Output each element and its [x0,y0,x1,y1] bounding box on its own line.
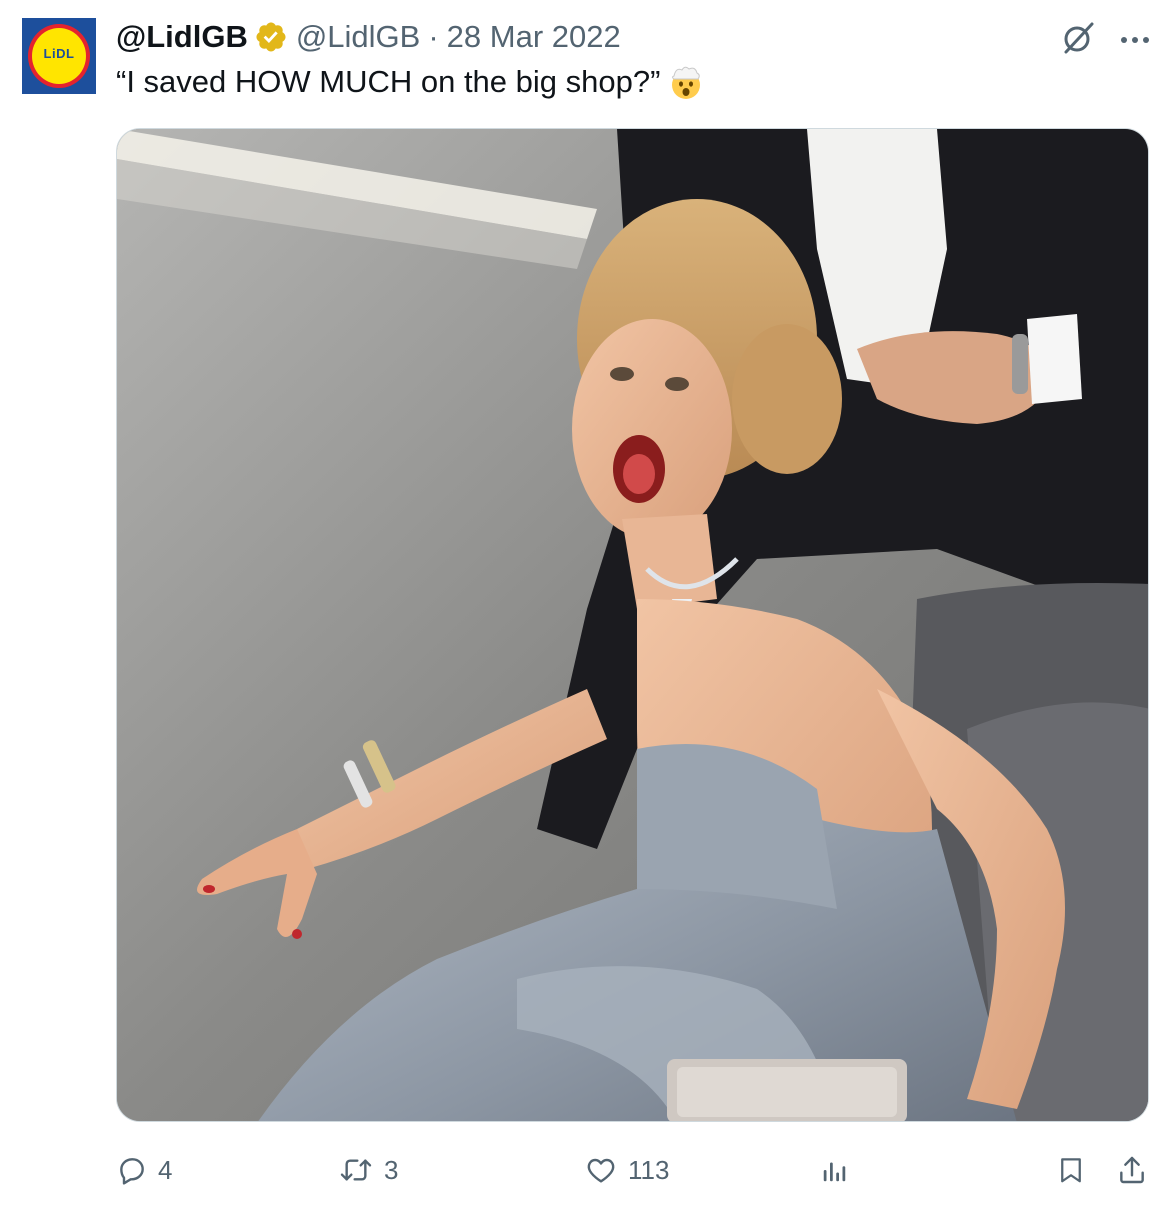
tweet-header: @LidlGB @LidlGB · 28 Mar 2022 [116,17,621,57]
exploding-head-emoji [668,64,704,100]
like-count: 113 [628,1154,670,1185]
tweet-photo[interactable] [116,128,1149,1122]
repost-button[interactable]: 3 [338,1148,398,1192]
top-actions [1058,18,1150,63]
reply-icon [116,1154,148,1186]
more-icon[interactable] [1120,32,1150,50]
reply-count: 4 [158,1154,173,1185]
tweet-text: “I saved HOW MUCH on the big shop?” [116,62,704,102]
bookmark-icon [1056,1153,1086,1187]
views-icon [820,1154,850,1186]
avatar[interactable]: LiDL [22,18,96,94]
display-name[interactable]: @LidlGB [116,19,248,55]
repost-count: 3 [384,1154,399,1185]
repost-icon [338,1154,374,1186]
separator-dot: · [428,19,439,54]
heart-icon [584,1154,618,1186]
avatar-logo-text: LiDL [43,46,75,61]
reply-button[interactable]: 4 [116,1148,172,1192]
share-icon [1116,1153,1148,1187]
tweet-date[interactable]: 28 Mar 2022 [447,19,621,55]
like-button[interactable]: 113 [584,1148,669,1192]
verified-badge-icon[interactable] [254,20,288,54]
tweet-text-content: “I saved HOW MUCH on the big shop?” [116,64,661,99]
views-button[interactable] [820,1148,850,1192]
action-bar: 4 3 113 [116,1148,1150,1192]
bookmark-button[interactable] [1056,1148,1086,1192]
handle[interactable]: @LidlGB [296,19,421,55]
share-button[interactable] [1116,1148,1148,1192]
grok-icon[interactable] [1058,18,1098,63]
